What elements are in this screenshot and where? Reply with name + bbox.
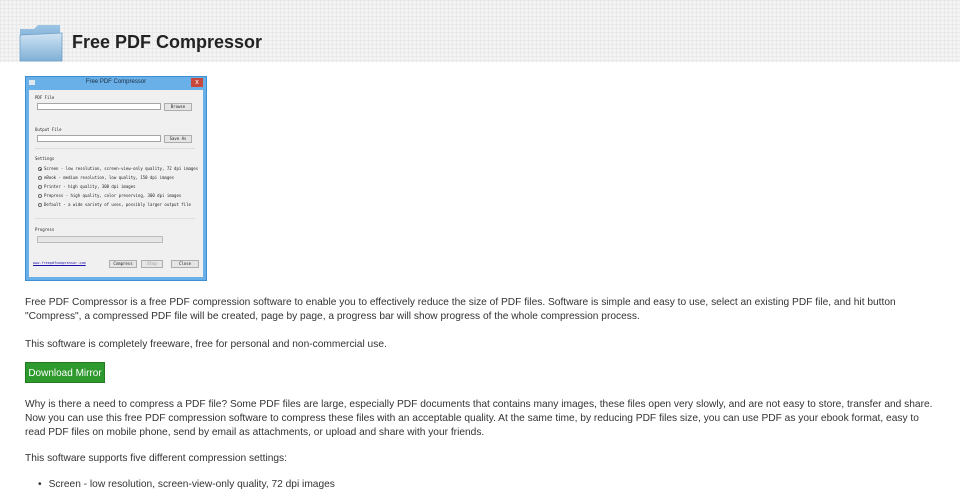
intro-paragraph: Free PDF Compressor is a free PDF compre… — [25, 297, 896, 322]
progress-bar — [37, 236, 163, 243]
settings-list: Screen - low resolution, screen-view-onl… — [38, 478, 335, 492]
app-window-title: Free PDF Compressor — [85, 79, 147, 85]
browse-button: Browse — [164, 103, 192, 111]
page-title: Free PDF Compressor — [72, 31, 263, 52]
option-label: Printer - high quality, 300 dpi images — [44, 184, 136, 189]
radio-prepress — [38, 194, 42, 198]
radio-default — [38, 203, 42, 207]
list-item-text: Screen - low resolution, screen-view-onl… — [48, 479, 335, 490]
website-link: www.freepdfcompressor.com — [33, 261, 86, 265]
stop-button: Stop — [141, 260, 163, 268]
option-label: Default - a wide variety of uses, possib… — [44, 202, 191, 207]
divider — [35, 148, 195, 149]
save-as-button: Save As — [164, 135, 192, 143]
settings-intro-paragraph: This software supports five different co… — [25, 453, 287, 464]
radio-screen — [38, 167, 42, 171]
option-label: Prepress - high quality, color preservin… — [44, 193, 182, 198]
list-item: Screen - low resolution, screen-view-onl… — [38, 478, 335, 492]
output-file-label: Output File — [35, 127, 62, 132]
progress-label: Progress — [35, 227, 55, 232]
output-file-input — [37, 135, 161, 142]
close-icon: x — [191, 78, 203, 87]
option-label: Screen - low resolution, screen-view-onl… — [44, 166, 199, 171]
folder-icon — [18, 21, 64, 63]
settings-label: Settings — [35, 156, 55, 161]
download-mirror-button[interactable]: Download Mirror — [25, 362, 105, 383]
app-titlebar: Free PDF Compressor x — [26, 77, 206, 90]
page: Free PDF Compressor Free PDF Compressor … — [0, 0, 960, 493]
pdf-file-input — [37, 103, 161, 110]
divider — [35, 218, 195, 219]
why-compress-paragraph: Why is there a need to compress a PDF fi… — [25, 399, 933, 438]
option-label: eBook - medium resolution, low quality, … — [44, 175, 175, 180]
license-paragraph: This software is completely freeware, fr… — [25, 339, 387, 350]
page-header: Free PDF Compressor — [18, 20, 262, 64]
app-screenshot: Free PDF Compressor x PDF File Browse Ou… — [25, 76, 207, 281]
radio-ebook — [38, 176, 42, 180]
app-window-body: PDF File Browse Output File Save As Sett… — [29, 90, 203, 277]
pdf-file-label: PDF File — [35, 95, 55, 100]
close-button: Close — [171, 260, 199, 268]
compress-button: Compress — [109, 260, 137, 268]
radio-printer — [38, 185, 42, 189]
